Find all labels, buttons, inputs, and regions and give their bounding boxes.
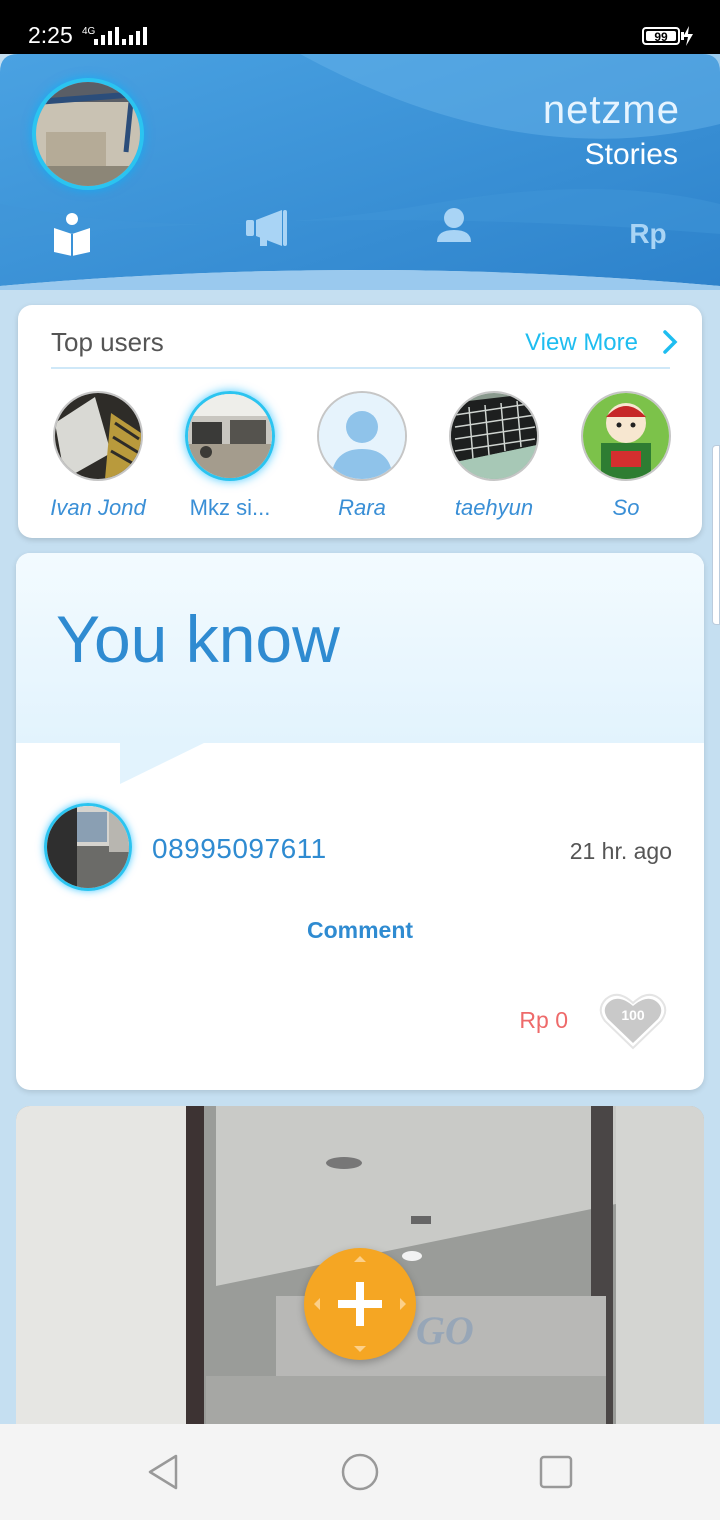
battery-level: 99	[646, 31, 676, 43]
recents-icon[interactable]	[536, 1452, 576, 1492]
user-photo	[451, 393, 537, 479]
tab-announcements[interactable]	[236, 198, 296, 258]
battery-icon: 99	[642, 27, 680, 45]
comment-button[interactable]: Comment	[16, 917, 704, 944]
divider	[51, 367, 670, 369]
user-avatar	[581, 391, 671, 481]
user-name: So	[612, 495, 640, 520]
bubble-tail	[120, 742, 206, 784]
story-card[interactable]: You know 08995097611 21 hr. ago Comment …	[16, 553, 704, 1090]
user-photo	[55, 393, 141, 479]
top-user-item[interactable]: So	[571, 391, 681, 531]
signal-icon-2	[122, 27, 147, 45]
like-button[interactable]: 100	[598, 991, 668, 1051]
header: netzme Stories Rp	[0, 54, 720, 290]
user-avatar	[317, 391, 407, 481]
add-story-button[interactable]	[304, 1248, 416, 1360]
top-user-item[interactable]: Ivan Jond	[43, 391, 153, 531]
top-user-item[interactable]: Mkz si...	[175, 391, 285, 531]
user-name: Rara	[338, 495, 386, 520]
default-avatar-icon	[319, 393, 405, 479]
svg-text:GO: GO	[416, 1308, 474, 1353]
author-photo	[47, 806, 129, 888]
user-name: taehyun	[454, 495, 534, 520]
tab-profile[interactable]	[424, 198, 484, 258]
user-avatar	[449, 391, 539, 481]
top-users-card: Top users View More Ivan Jond Mkz si... …	[18, 305, 702, 538]
back-icon[interactable]	[144, 1452, 184, 1492]
person-icon	[437, 208, 471, 242]
timestamp: 21 hr. ago	[569, 838, 672, 864]
rp-amount: Rp 0	[519, 1007, 568, 1033]
author-avatar[interactable]	[44, 803, 132, 891]
user-name: Ivan Jond	[50, 495, 146, 520]
home-icon[interactable]	[340, 1452, 380, 1492]
brand-logo: netzme	[542, 88, 680, 132]
tab-rp[interactable]: Rp	[618, 204, 678, 264]
section-title: Stories	[584, 138, 678, 171]
profile-avatar[interactable]	[32, 78, 144, 190]
user-avatar	[53, 391, 143, 481]
signal-icon	[94, 27, 119, 45]
tab-stories[interactable]	[42, 204, 102, 264]
top-user-item[interactable]: taehyun	[439, 391, 549, 531]
view-more-link[interactable]: View More	[525, 329, 638, 357]
top-user-item[interactable]: Rara	[307, 391, 417, 531]
status-bar: 2:25 4G 99	[0, 0, 720, 54]
system-nav-bar	[0, 1424, 720, 1520]
status-time: 2:25	[28, 22, 73, 48]
user-avatar	[185, 391, 275, 481]
megaphone-icon	[246, 210, 287, 246]
scrollbar[interactable]	[712, 445, 720, 625]
book-reader-icon	[54, 213, 90, 256]
top-users-title: Top users	[51, 327, 164, 357]
user-name: Mkz si...	[189, 495, 271, 520]
author-name[interactable]: 08995097611	[152, 833, 327, 865]
user-photo	[583, 393, 669, 479]
profile-photo	[36, 82, 140, 186]
chevron-right-icon[interactable]	[660, 329, 680, 355]
charging-icon	[683, 26, 693, 46]
user-photo	[188, 394, 272, 478]
story-title: You know	[56, 602, 340, 676]
like-count: 100	[621, 1007, 645, 1023]
plus-icon	[314, 1256, 406, 1352]
